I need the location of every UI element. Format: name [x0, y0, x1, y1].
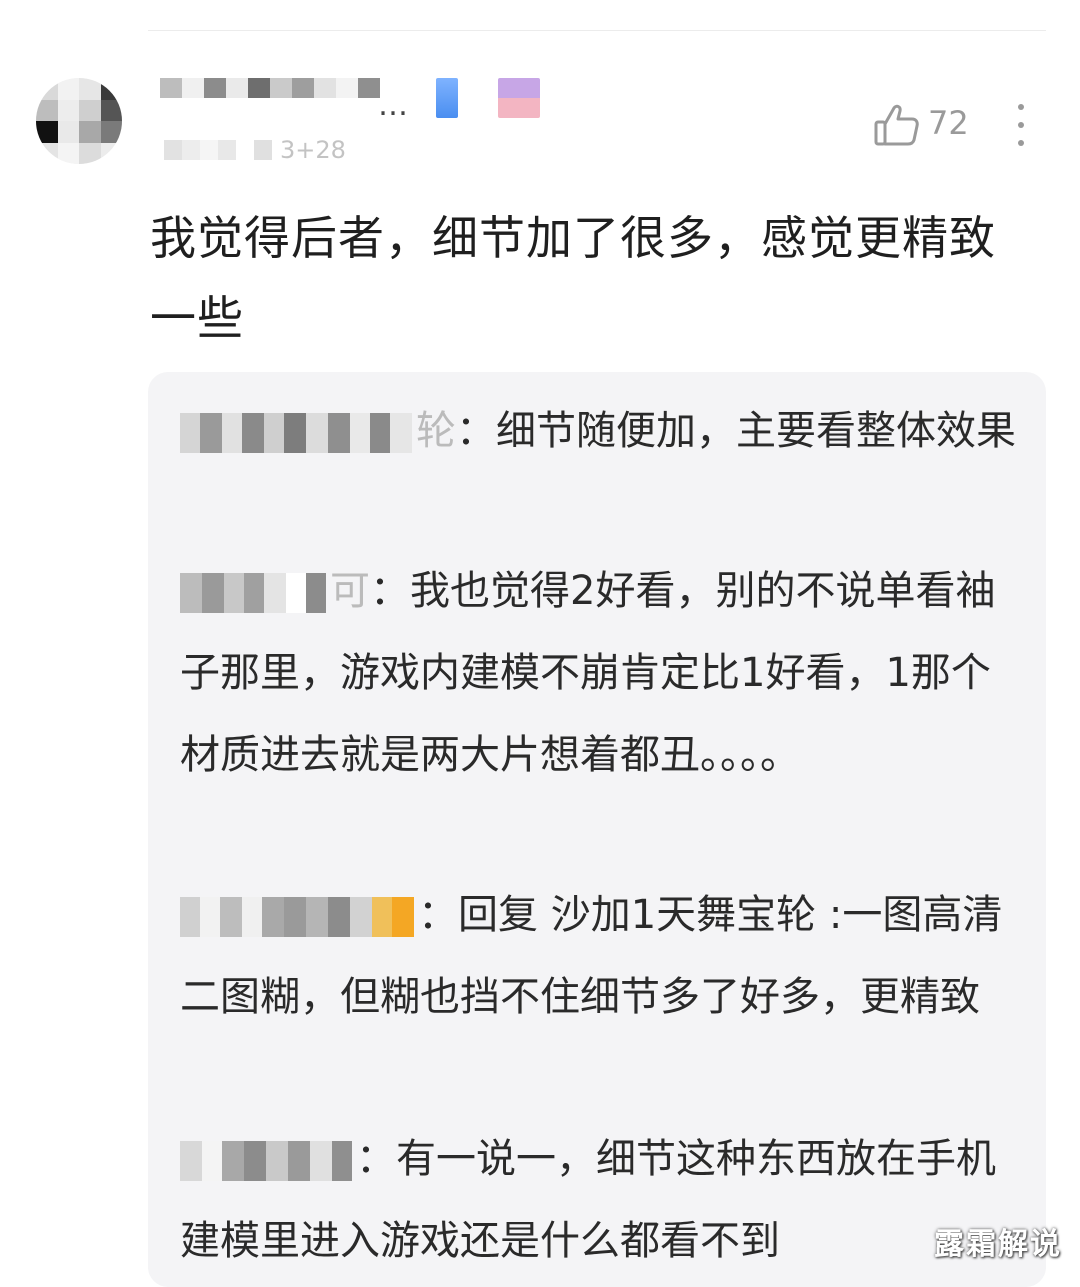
comment-meta: 3+28: [280, 136, 346, 164]
top-divider: [148, 30, 1046, 31]
reply-username-tail: 可: [330, 568, 370, 614]
reply-item[interactable]: 轮：细节随便加，主要看整体效果: [180, 390, 1020, 472]
reply-item[interactable]: ：回复 沙加1天舞宝轮 :一图高清二图糊，但糊也挡不住细节多了好多，更精致: [180, 874, 1020, 1038]
username-ellipsis: …: [378, 88, 410, 123]
reply-username-mosaic[interactable]: [180, 413, 412, 453]
more-vertical-icon: [1018, 104, 1024, 110]
reply-username-mosaic[interactable]: [180, 897, 414, 937]
like-count: 72: [928, 104, 969, 142]
comment-text: 我觉得后者，细节加了很多，感觉更精致一些: [150, 211, 996, 345]
reply-item[interactable]: 可：我也觉得2好看，别的不说单看袖子那里，游戏内建模不崩肯定比1好看，1那个材质…: [180, 550, 1020, 796]
meta-mosaic: [164, 140, 272, 160]
reply-text: ：细节随便加，主要看整体效果: [456, 408, 1016, 454]
reply-username-mosaic[interactable]: [180, 573, 326, 613]
user-level-badge-icon: [498, 78, 540, 118]
username-mosaic[interactable]: [160, 78, 380, 98]
reply-item[interactable]: ：有一说一，细节这种东西放在手机建模里进入游戏还是什么都看不到: [180, 1118, 1020, 1282]
watermark: 露霜解说: [934, 1227, 1062, 1262]
reply-username-mosaic[interactable]: [180, 1141, 352, 1181]
reply-username-tail: 轮: [416, 408, 456, 454]
more-options-button[interactable]: [1006, 100, 1036, 150]
avatar[interactable]: [36, 78, 122, 164]
thumbs-up-icon: [874, 104, 919, 146]
user-badge-icon: [436, 78, 458, 118]
like-button[interactable]: [872, 100, 922, 150]
